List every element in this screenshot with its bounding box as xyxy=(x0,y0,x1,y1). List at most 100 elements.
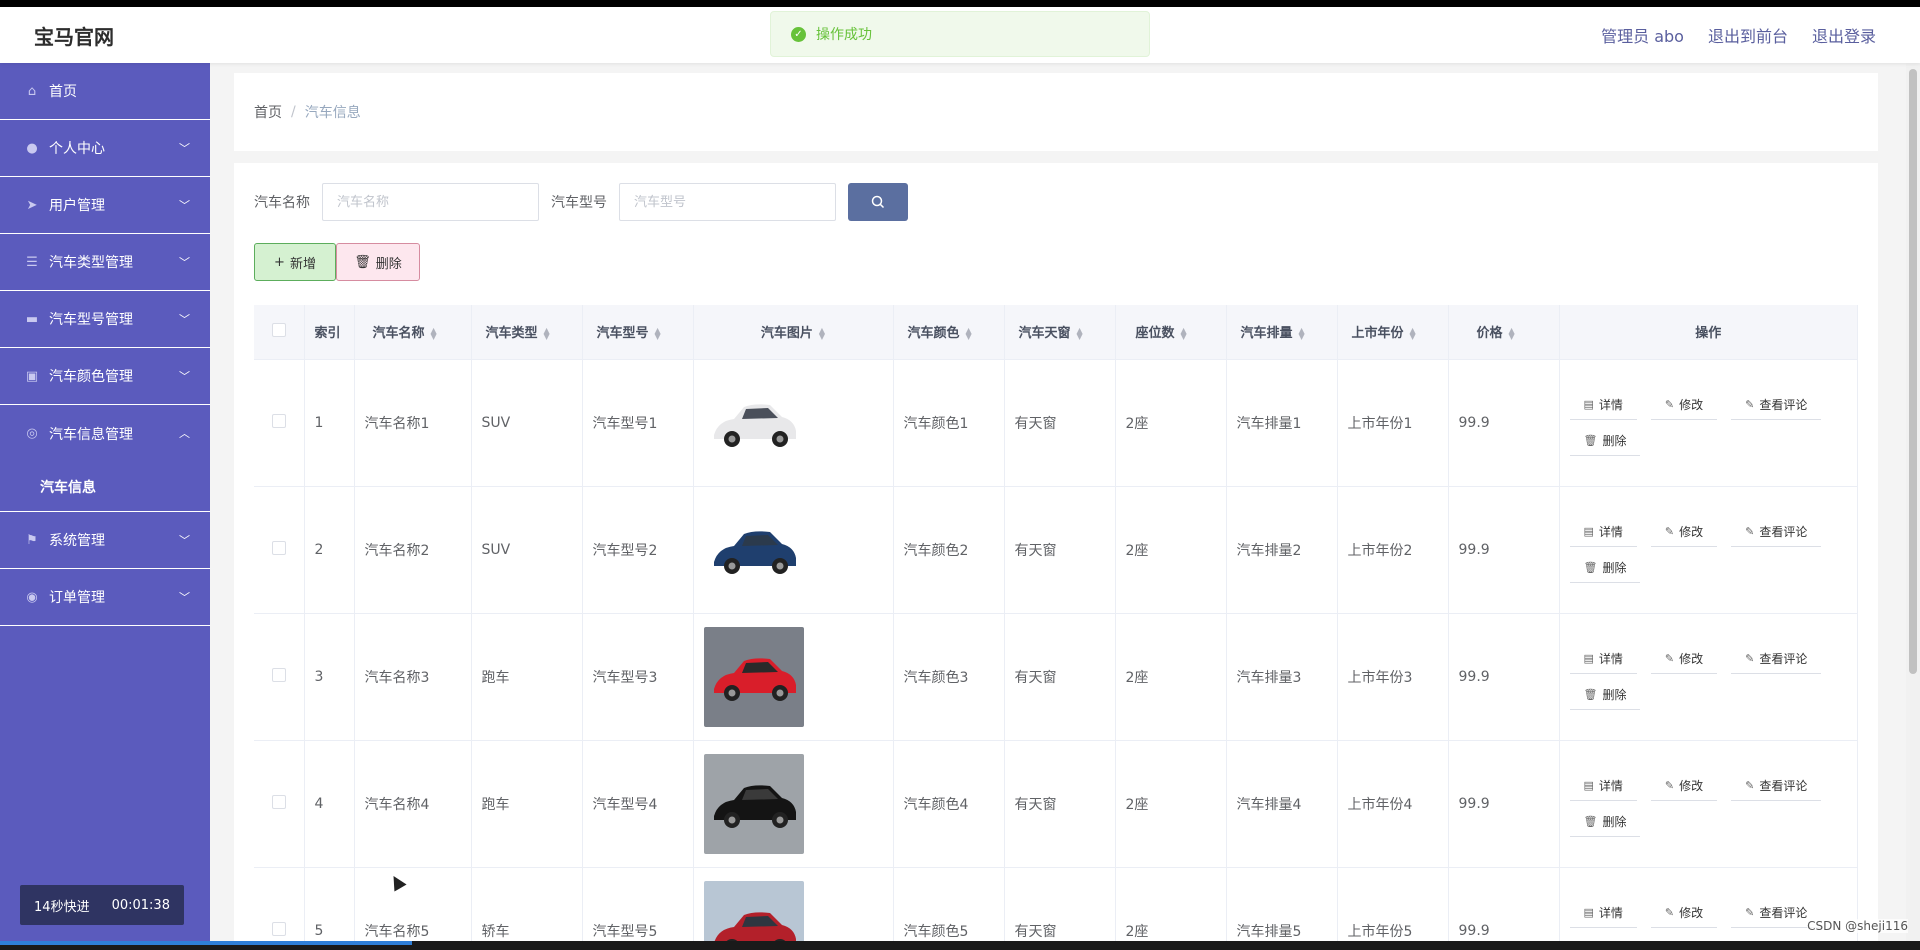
op-label: 查看评论 xyxy=(1759,651,1808,666)
col-price[interactable]: 价格 ▲ ▼ xyxy=(1448,305,1560,360)
sidebar-item-home[interactable]: ⌂ 首页 xyxy=(0,63,210,120)
view-reviews-button[interactable]: ✎ 查看评论 xyxy=(1731,516,1822,547)
edit-button[interactable]: ✎ 修改 xyxy=(1650,897,1718,928)
cell-car-model: 汽车型号4 xyxy=(582,740,694,868)
detail-button[interactable]: ▤ 详情 xyxy=(1569,643,1637,674)
select-all-cell xyxy=(254,305,305,360)
delete-row-button[interactable]: 🗑删除 xyxy=(1569,806,1641,837)
search-button[interactable] xyxy=(848,183,908,221)
batch-delete-button[interactable]: 🗑 删除 xyxy=(336,243,420,281)
car-image[interactable] xyxy=(703,880,804,942)
cell-sunroof: 有天窗 xyxy=(1004,359,1116,487)
detail-button[interactable]: ▤ 详情 xyxy=(1569,516,1637,547)
car-image[interactable] xyxy=(703,372,804,473)
vertical-scrollbar[interactable] xyxy=(1906,63,1920,941)
pen-icon: ✎ xyxy=(1664,397,1675,411)
sidebar-item-orders[interactable]: ◉ 订单管理 ﹀ xyxy=(0,569,210,626)
cell-car-type: SUV xyxy=(471,486,583,614)
col-car-name[interactable]: 汽车名称 ▲ ▼ xyxy=(354,305,472,360)
detail-button[interactable]: ▤ 详情 xyxy=(1569,389,1637,420)
coin-icon: ◉ xyxy=(26,589,38,605)
row-checkbox[interactable] xyxy=(272,413,286,428)
video-progress-bar[interactable] xyxy=(0,941,1920,950)
col-car-type[interactable]: 汽车类型 ▲ ▼ xyxy=(471,305,583,360)
edit-button[interactable]: ✎ 修改 xyxy=(1650,770,1718,801)
sidebar-item-system[interactable]: ⚑ 系统管理 ﹀ xyxy=(0,512,210,569)
car-image[interactable] xyxy=(703,626,804,727)
col-car-color[interactable]: 汽车颜色 ▲ ▼ xyxy=(893,305,1005,360)
view-reviews-button[interactable]: ✎ 查看评论 xyxy=(1731,389,1822,420)
col-sunroof[interactable]: 汽车天窗 ▲ ▼ xyxy=(1004,305,1116,360)
row-checkbox[interactable] xyxy=(272,921,286,936)
col-index: 索引 xyxy=(304,305,355,360)
row-operations: ▤详情 ✎修改 ✎查看评论 🗑删除 xyxy=(1569,389,1830,456)
sidebar-subitem-car-info[interactable]: 汽车信息 xyxy=(0,462,210,512)
cell-displacement: 汽车排量5 xyxy=(1226,867,1338,941)
sidebar: ⌂ 首页 ● 个人中心 ﹀ ➤ 用户管理 ﹀ ☰ 汽车类型管理 ﹀ ▬ 汽车型号… xyxy=(0,63,210,941)
car-model-input[interactable] xyxy=(619,183,836,221)
table-row: 3 汽车名称3 跑车 汽车型号3 汽车颜色3 有天窗 2座 汽车排量3 上市年份3 99.9 ▤ 详情… xyxy=(254,613,1858,741)
scrollbar-thumb[interactable] xyxy=(1909,69,1917,674)
chevron-down-icon: ﹀ xyxy=(179,199,190,212)
op-label: 删除 xyxy=(1602,560,1627,575)
document-icon: ▤ xyxy=(1583,651,1594,665)
col-seats[interactable]: 座位数 ▲ ▼ xyxy=(1115,305,1227,360)
sidebar-item-personal-center[interactable]: ● 个人中心 ﹀ xyxy=(0,120,210,177)
edit-button[interactable]: ✎ 修改 xyxy=(1650,643,1718,674)
sidebar-item-car-info[interactable]: ◎ 汽车信息管理 ︿ xyxy=(0,405,210,462)
view-reviews-button[interactable]: ✎ 查看评论 xyxy=(1731,770,1822,801)
success-toast: ✓ 操作成功 xyxy=(770,11,1150,57)
sort-icon: ▲ ▼ xyxy=(818,325,826,341)
admin-user-link[interactable]: 管理员 abo xyxy=(1601,23,1684,47)
sidebar-item-car-color[interactable]: ▣ 汽车颜色管理 ﹀ xyxy=(0,348,210,405)
col-displacement[interactable]: 汽车排量 ▲ ▼ xyxy=(1226,305,1338,360)
delete-row-button[interactable]: 🗑删除 xyxy=(1569,933,1641,941)
breadcrumb-home[interactable]: 首页 xyxy=(254,102,282,122)
cell-operations: ▤ 详情 ✎ 修改 ✎ 查看评论 🗑 删除 xyxy=(1559,486,1858,614)
cell-price: 99.9 xyxy=(1448,867,1560,941)
delete-row-button[interactable]: 🗑删除 xyxy=(1569,425,1641,456)
car-image[interactable] xyxy=(703,499,804,600)
edit-button[interactable]: ✎ 修改 xyxy=(1650,389,1718,420)
cell-sunroof: 有天窗 xyxy=(1004,740,1116,868)
edit-button[interactable]: ✎ 修改 xyxy=(1650,516,1718,547)
sidebar-item-car-type[interactable]: ☰ 汽车类型管理 ﹀ xyxy=(0,234,210,291)
top-header: 宝马官网 ✓ 操作成功 管理员 abo 退出到前台 退出登录 xyxy=(0,7,1920,63)
row-operations: ▤详情✎修改✎查看评论🗑删除 xyxy=(1569,897,1830,941)
view-reviews-button[interactable]: ✎ 查看评论 xyxy=(1731,643,1822,674)
playback-timer[interactable]: 14秒快进 00:01:38 xyxy=(20,885,184,925)
detail-button[interactable]: ▤ 详情 xyxy=(1569,770,1637,801)
logout-link[interactable]: 退出登录 xyxy=(1812,23,1876,47)
flag-icon: ⚑ xyxy=(26,532,38,548)
delete-row-button[interactable]: 🗑删除 xyxy=(1569,552,1641,583)
add-button[interactable]: + 新增 xyxy=(254,243,336,281)
car-image[interactable] xyxy=(703,753,804,854)
main-content: 汽车名称 汽车型号 + 新增 🗑 删除 xyxy=(234,163,1878,941)
delete-row-button[interactable]: 🗑删除 xyxy=(1569,679,1641,710)
cell-displacement: 汽车排量1 xyxy=(1226,359,1338,487)
document-icon: ▤ xyxy=(1583,905,1594,919)
cell-car-color: 汽车颜色4 xyxy=(893,740,1005,868)
check-icon: ✓ xyxy=(791,26,806,42)
select-all-checkbox[interactable] xyxy=(272,322,286,337)
cell-seats: 2座 xyxy=(1115,740,1227,868)
sidebar-item-car-model[interactable]: ▬ 汽车型号管理 ﹀ xyxy=(0,291,210,348)
row-checkbox[interactable] xyxy=(272,794,286,809)
user-icon: ● xyxy=(26,140,38,156)
cell-year: 上市年份4 xyxy=(1337,740,1449,868)
sort-icon: ▲ ▼ xyxy=(965,325,972,341)
col-car-model[interactable]: 汽车型号 ▲ ▼ xyxy=(582,305,694,360)
col-year[interactable]: 上市年份 ▲ ▼ xyxy=(1337,305,1449,360)
row-checkbox[interactable] xyxy=(272,667,286,682)
op-label: 查看评论 xyxy=(1759,524,1808,539)
exit-to-front-link[interactable]: 退出到前台 xyxy=(1708,23,1788,47)
table-row: 4 汽车名称4 跑车 汽车型号4 汽车颜色4 有天窗 2座 汽车排量4 上市年份4 99.9 ▤ 详情… xyxy=(254,740,1858,868)
detail-button[interactable]: ▤ 详情 xyxy=(1569,897,1637,928)
car-name-input[interactable] xyxy=(322,183,539,221)
row-checkbox[interactable] xyxy=(272,540,286,555)
action-buttons: + 新增 🗑 删除 xyxy=(254,243,420,281)
col-car-image[interactable]: 汽车图片 ▲ ▼ xyxy=(693,305,894,360)
printer-icon: ▬ xyxy=(25,311,39,327)
cell-car-model: 汽车型号2 xyxy=(582,486,694,614)
sidebar-item-user-management[interactable]: ➤ 用户管理 ﹀ xyxy=(0,177,210,234)
